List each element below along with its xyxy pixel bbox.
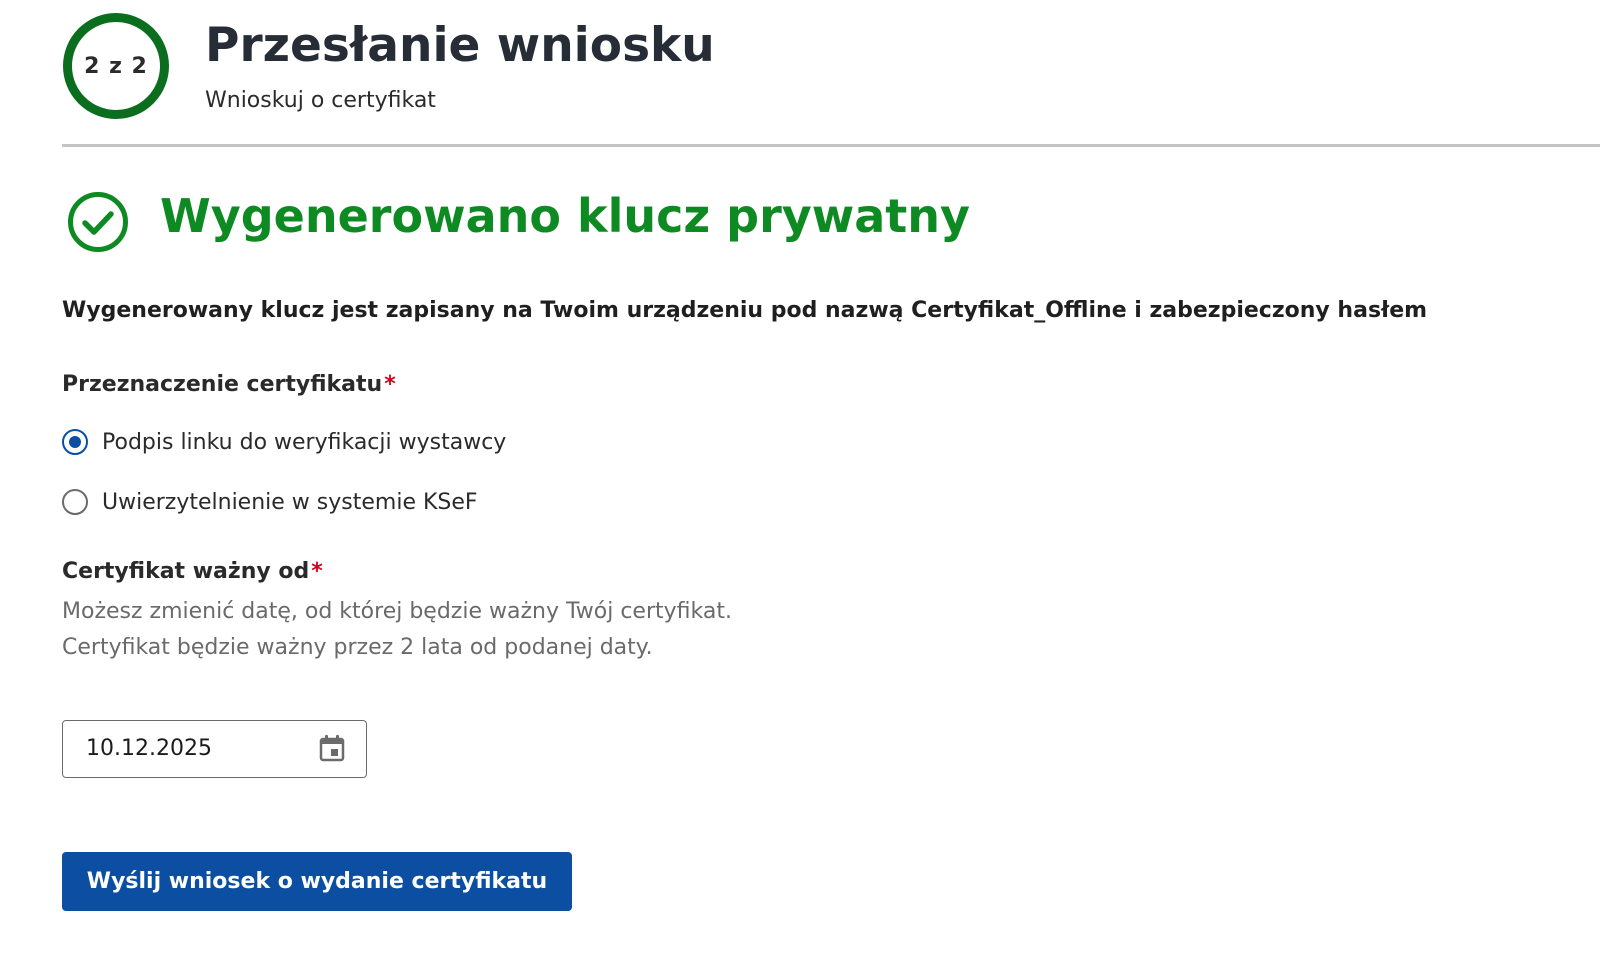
calendar-icon[interactable] xyxy=(316,732,348,764)
check-circle-icon xyxy=(68,192,128,252)
required-marker: * xyxy=(311,559,323,584)
header-divider xyxy=(62,144,1600,147)
step-indicator: 2 z 2 xyxy=(63,13,169,119)
purpose-label-text: Przeznaczenie certyfikatu xyxy=(62,372,383,397)
radio-label: Podpis linku do weryfikacji wystawcy xyxy=(102,429,507,455)
valid-from-date-input[interactable]: 10.12.2025 xyxy=(62,720,367,778)
purpose-option-ksef-auth[interactable]: Uwierzytelnienie w systemie KSeF xyxy=(62,489,478,515)
step-counter: 2 z 2 xyxy=(84,53,148,79)
purpose-option-link-signature[interactable]: Podpis linku do weryfikacji wystawcy xyxy=(62,429,506,455)
success-title: Wygenerowano klucz prywatny xyxy=(160,189,971,243)
page-title: Przesłanie wniosku xyxy=(205,18,715,73)
key-info-text: Wygenerowany klucz jest zapisany na Twoi… xyxy=(62,298,1428,323)
radio-label: Uwierzytelnienie w systemie KSeF xyxy=(102,489,478,515)
page-subtitle: Wnioskuj o certyfikat xyxy=(205,88,436,113)
purpose-label: Przeznaczenie certyfikatu* xyxy=(62,372,396,397)
submit-request-button[interactable]: Wyślij wniosek o wydanie certyfikatu xyxy=(62,852,572,911)
required-marker: * xyxy=(384,372,396,397)
valid-from-hint: Możesz zmienić datę, od której będzie wa… xyxy=(62,599,732,660)
date-value[interactable]: 10.12.2025 xyxy=(86,736,212,761)
valid-from-label: Certyfikat ważny od* xyxy=(62,559,323,584)
page: 2 z 2 Przesłanie wniosku Wnioskuj o cert… xyxy=(0,0,1600,964)
radio-button-selected[interactable] xyxy=(62,429,88,455)
radio-button[interactable] xyxy=(62,489,88,515)
valid-from-label-text: Certyfikat ważny od xyxy=(62,559,310,584)
